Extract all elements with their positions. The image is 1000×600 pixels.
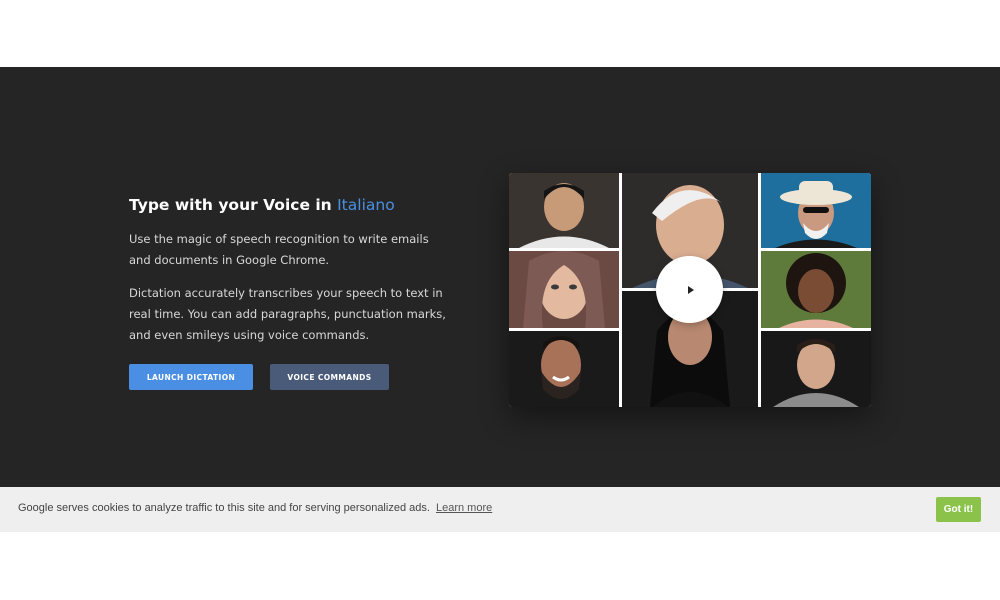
- learn-more-link[interactable]: Learn more: [436, 502, 492, 514]
- got-it-button[interactable]: Got it!: [936, 497, 981, 522]
- portrait-hat-man-image: [761, 173, 871, 248]
- portrait-tile-hat-man: [761, 173, 871, 248]
- hero-title: Type with your Voice in Italiano: [129, 195, 449, 215]
- hero-paragraph-2: Dictation accurately transcribes your sp…: [129, 286, 446, 342]
- portrait-young-man-image: [509, 173, 619, 248]
- portrait-tile-curly-woman: [761, 251, 871, 328]
- cookie-message: Google serves cookies to analyze traffic…: [18, 502, 492, 514]
- video-collage[interactable]: [509, 173, 871, 407]
- hero-title-language: Italiano: [337, 196, 395, 214]
- hero-section: Type with your Voice in Italiano Use the…: [0, 67, 1000, 487]
- portrait-tile-young-man: [509, 173, 619, 248]
- portrait-man-hoodie-image: [761, 331, 871, 407]
- hero-text: Type with your Voice in Italiano Use the…: [129, 195, 449, 358]
- hero-title-prefix: Type with your Voice in: [129, 196, 332, 214]
- hero-buttons: LAUNCH DICTATION VOICE COMMANDS: [129, 364, 389, 390]
- portrait-woman-scarf-image: [509, 251, 619, 328]
- launch-dictation-button[interactable]: LAUNCH DICTATION: [129, 364, 253, 390]
- play-icon: [688, 285, 694, 294]
- portrait-curly-woman-image: [761, 251, 871, 328]
- portrait-tile-woman-scarf: [509, 251, 619, 328]
- portrait-tile-bearded-man: [509, 331, 619, 407]
- portrait-bearded-man-image: [509, 331, 619, 407]
- portrait-tile-man-hoodie: [761, 331, 871, 407]
- play-button[interactable]: [656, 256, 723, 323]
- hero-paragraph-1: Use the magic of speech recognition to w…: [129, 232, 429, 267]
- cookie-message-text: Google serves cookies to analyze traffic…: [18, 502, 430, 514]
- cookie-banner: Google serves cookies to analyze traffic…: [0, 487, 1000, 532]
- voice-commands-button[interactable]: VOICE COMMANDS: [270, 364, 389, 390]
